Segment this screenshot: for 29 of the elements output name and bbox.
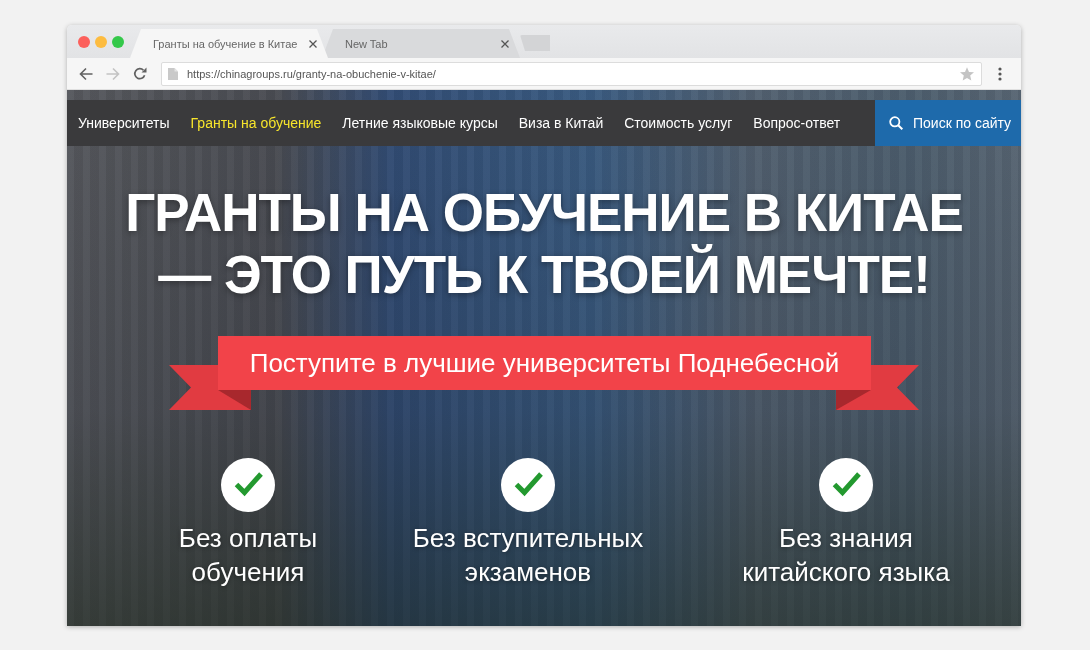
address-bar[interactable]: https://chinagroups.ru/granty-na-obuchenie-v-kitae/ (161, 61, 982, 86)
search-button[interactable]: Поиск по сайту (875, 100, 1021, 146)
back-icon[interactable] (79, 66, 93, 81)
reload-icon[interactable] (133, 66, 147, 81)
page-icon (168, 67, 178, 80)
check-icon (819, 458, 873, 512)
menu-icon[interactable] (998, 66, 1002, 81)
nav-link[interactable]: Стоимость услуг (624, 115, 733, 131)
headline: ГРАНТЫ НА ОБУЧЕНИЕ В КИТАЕ — ЭТО ПУТЬ К ТВОЕЙ МЕЧТЕ! (125, 182, 963, 306)
close-icon[interactable] (501, 39, 509, 48)
star-icon[interactable] (960, 66, 974, 81)
window-minimize-icon[interactable] (95, 35, 107, 48)
nav-link[interactable]: Гранты на обучение (190, 115, 322, 131)
nav-link[interactable]: Виза в Китай (518, 115, 604, 131)
browser-tab[interactable]: Гранты на обучение в Китае (130, 29, 328, 58)
close-icon[interactable] (309, 39, 317, 48)
nav-link[interactable]: Вопрос-ответ (753, 115, 841, 131)
feature-text: Без знания китайского языка (742, 522, 950, 589)
url-text: https://chinagroups.ru/granty-na-obuchenie-v-kitae/ (187, 67, 436, 80)
check-icon (501, 458, 555, 512)
nav-link[interactable]: Университеты (78, 115, 170, 131)
feature-text: Без оплаты обучения (178, 522, 318, 589)
nav-link[interactable]: Летние языковые курсы (342, 115, 498, 131)
window-close-icon[interactable] (78, 35, 90, 48)
ribbon-banner: Поступите в лучшие университеты Поднебесной (218, 336, 871, 390)
window-zoom-icon[interactable] (112, 35, 124, 48)
check-icon (221, 458, 275, 512)
search-icon (889, 116, 903, 130)
feature-text: Без вступительных экзаменов (412, 522, 644, 589)
